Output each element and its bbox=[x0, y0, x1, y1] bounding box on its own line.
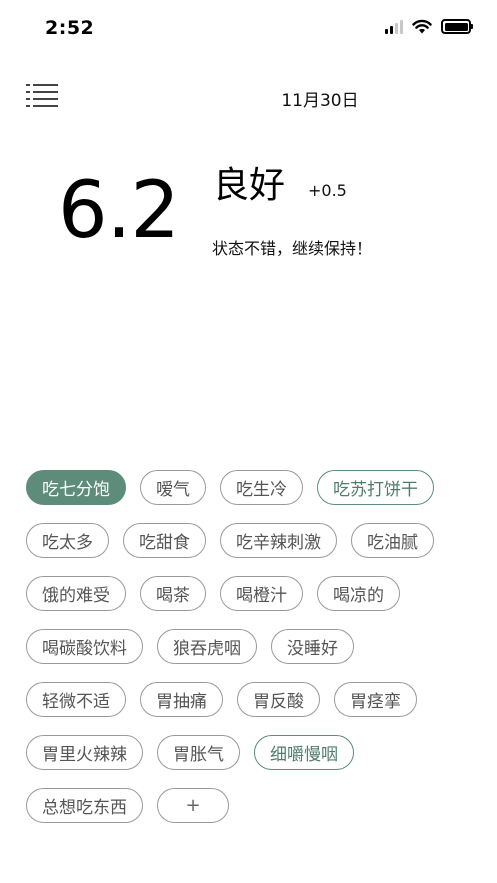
tag-row: 总想吃东西 + bbox=[26, 788, 486, 823]
tag-chip[interactable]: 总想吃东西 bbox=[26, 788, 143, 823]
tag-chip[interactable]: 吃辛辣刺激 bbox=[220, 523, 337, 558]
tag-row: 吃七分饱 嗳气 吃生冷 吃苏打饼干 bbox=[26, 470, 486, 505]
tag-list: 吃七分饱 嗳气 吃生冷 吃苏打饼干 吃太多 吃甜食 吃辛辣刺激 吃油腻 饿的难受 喝茶 喝橙汁 喝凉的… bbox=[26, 470, 486, 841]
tag-chip[interactable]: 吃甜食 bbox=[123, 523, 206, 558]
tag-row: 喝碳酸饮料 狼吞虎咽 没睡好 bbox=[26, 629, 486, 664]
wifi-icon bbox=[412, 19, 432, 34]
tag-chip[interactable]: 吃七分饱 bbox=[26, 470, 126, 505]
tag-chip[interactable]: 嗳气 bbox=[140, 470, 206, 505]
status-message: 状态不错，继续保持！ bbox=[212, 239, 373, 258]
tag-chip[interactable]: 细嚼慢咽 bbox=[254, 735, 354, 770]
tag-chip[interactable]: 狼吞虎咽 bbox=[157, 629, 257, 664]
score-value: 6.2 bbox=[58, 166, 180, 256]
add-tag-button[interactable]: + bbox=[157, 788, 229, 823]
tag-chip[interactable]: 吃油腻 bbox=[351, 523, 434, 558]
tag-chip[interactable]: 饿的难受 bbox=[26, 576, 126, 611]
status-bar: 2:52 bbox=[0, 0, 497, 56]
date-label[interactable]: 11月30日 bbox=[0, 86, 497, 111]
tag-row: 吃太多 吃甜食 吃辛辣刺激 吃油腻 bbox=[26, 523, 486, 558]
rating-label: 良好 bbox=[213, 165, 286, 206]
tag-chip[interactable]: 喝茶 bbox=[140, 576, 206, 611]
tag-chip[interactable]: 吃生冷 bbox=[220, 470, 303, 505]
battery-icon bbox=[441, 19, 473, 34]
tag-chip[interactable]: 胃胀气 bbox=[157, 735, 240, 770]
tag-chip[interactable]: 没睡好 bbox=[271, 629, 354, 664]
status-time: 2:52 bbox=[45, 17, 95, 39]
tag-chip[interactable]: 吃太多 bbox=[26, 523, 109, 558]
tag-chip[interactable]: 喝橙汁 bbox=[220, 576, 303, 611]
tag-chip[interactable]: 胃里火辣辣 bbox=[26, 735, 143, 770]
tag-chip[interactable]: 胃抽痛 bbox=[140, 682, 223, 717]
tag-chip[interactable]: 喝碳酸饮料 bbox=[26, 629, 143, 664]
signal-icon bbox=[385, 19, 403, 34]
score-delta: +0.5 bbox=[308, 181, 347, 200]
tag-row: 饿的难受 喝茶 喝橙汁 喝凉的 bbox=[26, 576, 486, 611]
tag-chip[interactable]: 胃痉挛 bbox=[334, 682, 417, 717]
tag-row: 胃里火辣辣 胃胀气 细嚼慢咽 bbox=[26, 735, 486, 770]
tag-row: 轻微不适 胃抽痛 胃反酸 胃痉挛 bbox=[26, 682, 486, 717]
status-icons bbox=[385, 19, 473, 34]
tag-chip[interactable]: 轻微不适 bbox=[26, 682, 126, 717]
tag-chip[interactable]: 喝凉的 bbox=[317, 576, 400, 611]
tag-chip[interactable]: 吃苏打饼干 bbox=[317, 470, 434, 505]
tag-chip[interactable]: 胃反酸 bbox=[237, 682, 320, 717]
